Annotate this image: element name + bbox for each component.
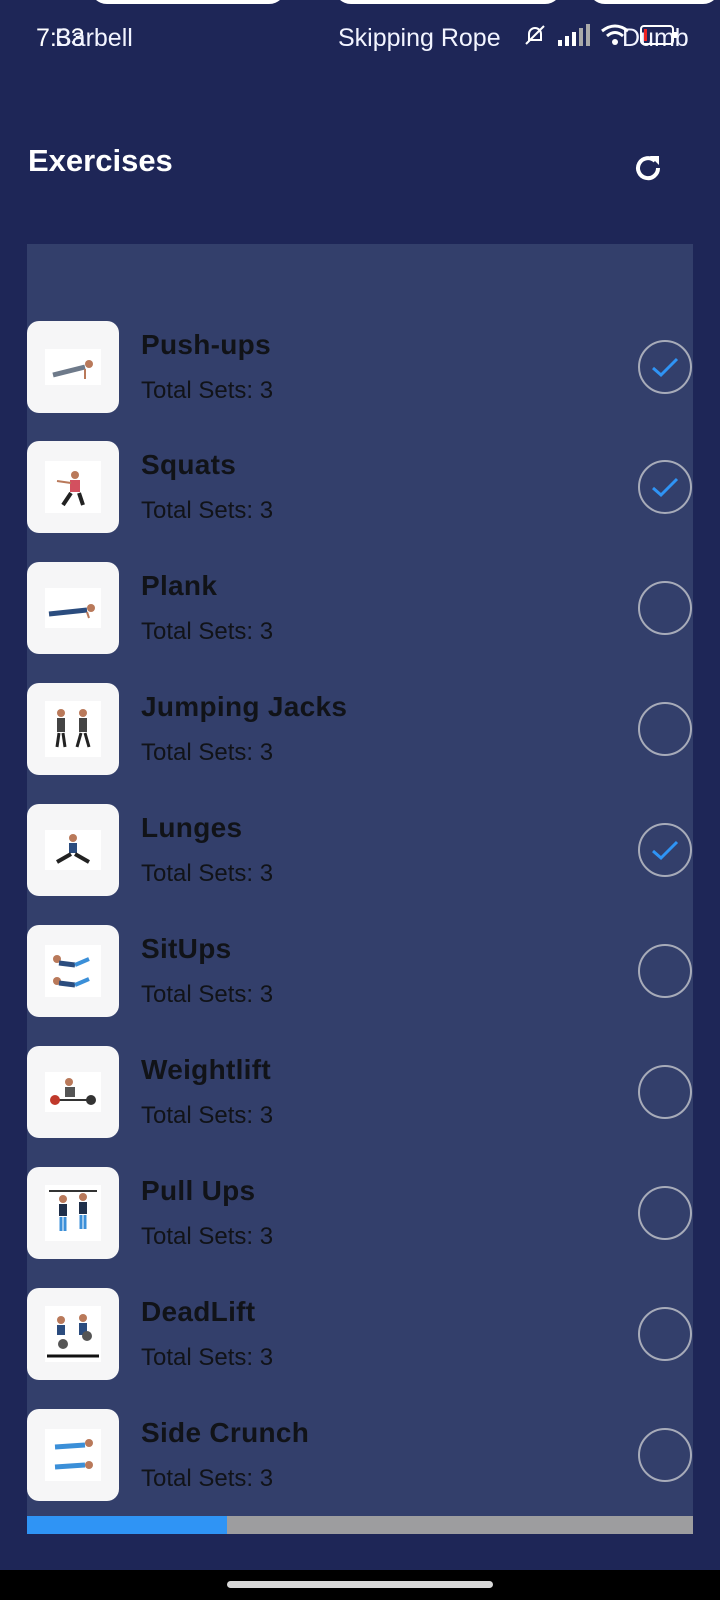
deadlift-figure-icon [45,1306,101,1362]
exercise-row[interactable]: Squats Total Sets: 3 [27,441,693,533]
exercise-check[interactable] [638,460,692,514]
exercise-thumbnail [27,925,119,1017]
exercise-check[interactable] [638,702,692,756]
exercise-name: Push-ups [141,329,271,360]
exercise-name: DeadLift [141,1296,256,1327]
exercise-name: Jumping Jacks [141,691,348,722]
exercise-thumbnail [27,1288,119,1380]
exercise-sets: Total Sets: 3 [141,981,274,1008]
exercise-thumbnail [27,1409,119,1501]
checkmark-icon [652,477,679,498]
weightlift-figure-icon [45,1072,101,1112]
status-icons [522,22,678,53]
exercise-sets: Total Sets: 3 [141,1223,274,1250]
signal-icon [558,24,590,51]
lunge-figure-icon [45,830,101,870]
pull-up-figure-icon [45,1185,101,1241]
battery-icon [640,24,678,51]
exercise-row[interactable]: Jumping Jacks Total Sets: 3 [27,683,693,775]
exercise-row[interactable]: Side Crunch Total Sets: 3 [27,1409,693,1501]
exercise-thumbnail [27,1167,119,1259]
exercise-row[interactable]: Lunges Total Sets: 3 [27,804,693,896]
progress-bar [27,1516,693,1534]
home-gesture-handle[interactable] [227,1581,493,1588]
exercise-check[interactable] [638,1065,692,1119]
exercise-thumbnail [27,441,119,533]
squat-figure-icon [45,461,101,513]
exercise-sets: Total Sets: 3 [141,1465,274,1492]
exercise-row[interactable]: Pull Ups Total Sets: 3 [27,1167,693,1259]
plank-figure-icon [45,588,101,628]
exercise-row[interactable]: Plank Total Sets: 3 [27,562,693,654]
mute-icon [522,22,548,53]
system-nav-bar [0,1570,720,1600]
exercise-name: Squats [141,449,237,480]
exercise-name: Lunges [141,812,243,843]
progress-fill [27,1516,227,1534]
jumping-jacks-figure-icon [45,701,101,757]
exercise-name: Plank [141,570,218,601]
refresh-icon [636,156,661,181]
exercise-list[interactable]: Push-ups Total Sets: 3 Squats Total Sets… [27,244,693,1534]
exercise-row[interactable]: Weightlift Total Sets: 3 [27,1046,693,1138]
exercise-thumbnail [27,562,119,654]
exercise-sets: Total Sets: 3 [141,618,274,645]
exercise-name: Side Crunch [141,1417,310,1448]
exercise-check[interactable] [638,823,692,877]
exercise-thumbnail [27,804,119,896]
page-title: Exercises [28,143,173,178]
checkmark-icon [652,840,679,861]
exercise-check[interactable] [638,944,692,998]
exercise-sets: Total Sets: 3 [141,739,274,766]
exercise-row[interactable]: Push-ups Total Sets: 3 [27,321,693,413]
refresh-button[interactable] [620,140,676,196]
exercise-check[interactable] [638,340,692,394]
exercise-sets: Total Sets: 3 [141,497,274,524]
exercise-check[interactable] [638,1186,692,1240]
exercise-sets: Total Sets: 3 [141,1102,274,1129]
exercise-name: SitUps [141,933,232,964]
exercise-row[interactable]: SitUps Total Sets: 3 [27,925,693,1017]
exercise-sets: Total Sets: 3 [141,377,274,404]
exercise-thumbnail [27,683,119,775]
exercise-sets: Total Sets: 3 [141,860,274,887]
chip-label-skipping-rope: Skipping Rope [338,24,501,52]
push-up-figure-icon [45,349,101,385]
exercise-sets: Total Sets: 3 [141,1344,274,1371]
exercise-thumbnail [27,1046,119,1138]
checkmark-icon [652,357,679,378]
exercise-row[interactable]: DeadLift Total Sets: 3 [27,1288,693,1380]
situp-figure-icon [45,945,101,997]
status-bar: 7:33 Barbell Skipping Rope Dumb [0,0,720,76]
exercise-check[interactable] [638,581,692,635]
exercise-name: Weightlift [141,1054,272,1085]
wifi-icon [600,23,630,52]
exercise-thumbnail [27,321,119,413]
side-crunch-figure-icon [45,1429,101,1481]
chip-label-barbell: Barbell [55,24,133,52]
exercise-check[interactable] [638,1307,692,1361]
exercise-name: Pull Ups [141,1175,256,1206]
exercise-check[interactable] [638,1428,692,1482]
